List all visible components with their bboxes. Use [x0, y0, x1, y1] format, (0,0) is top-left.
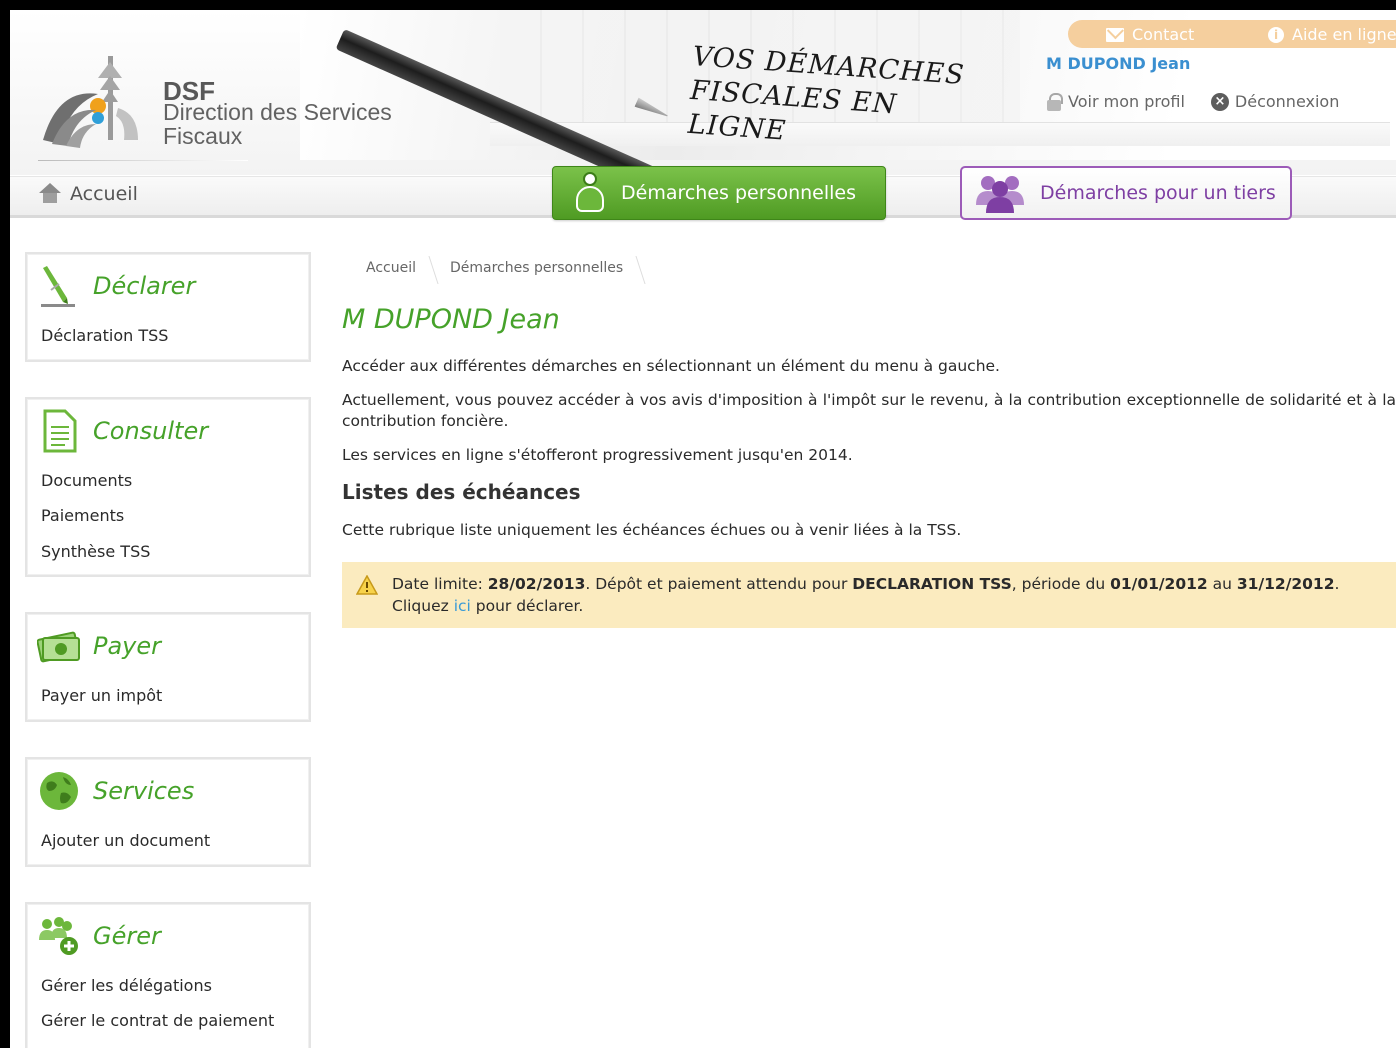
alert-click-prefix: Cliquez — [392, 597, 454, 615]
sidebar-section-services: Services Ajouter un document — [25, 757, 311, 867]
intro-text: Accéder aux différentes démarches en sél… — [342, 357, 1000, 375]
sidebar-item-add-document[interactable]: Ajouter un document — [41, 831, 210, 850]
home-icon — [38, 183, 62, 205]
tab-personal-procedures[interactable]: Démarches personnelles — [552, 166, 886, 220]
logout-label: Déconnexion — [1234, 92, 1340, 111]
globe-icon — [40, 772, 78, 810]
dsf-logo[interactable]: DSF Direction des Services Fiscaux — [38, 48, 398, 168]
document-icon — [43, 409, 77, 453]
logo-name-line-1: Direction des Services — [163, 99, 392, 125]
slogan: VOS DÉMARCHES FISCALES EN LIGNE — [687, 40, 983, 162]
sidebar-item-payment-contract[interactable]: Gérer le contrat de paiement — [41, 1011, 274, 1030]
sidebar-item-delegations[interactable]: Gérer les délégations — [41, 976, 212, 995]
person-icon — [573, 172, 607, 214]
sidebar-section-manage: Gérer Gérer les délégations Gérer le con… — [25, 902, 311, 1048]
breadcrumb-home[interactable]: Accueil — [350, 256, 434, 280]
deadline-alert: Date limite: 28/02/2013. Dépôt et paieme… — [342, 562, 1396, 628]
alert-period-prefix: , période du — [1011, 575, 1111, 593]
lock-icon — [1046, 92, 1063, 111]
page-title: M DUPOND Jean — [342, 304, 560, 335]
sidebar-section-consult: Consulter Documents Paiements Synthèse T… — [25, 397, 311, 577]
progress-note: Les services en ligne s'étofferont progr… — [342, 446, 853, 464]
sidebar-title-pay: Payer — [93, 632, 162, 660]
alert-middle: . Dépôt et paiement attendu pour — [585, 575, 853, 593]
sidebar-title-manage: Gérer — [93, 922, 161, 950]
profile-link[interactable]: Voir mon profil — [1046, 92, 1185, 111]
pencil-icon — [41, 266, 75, 307]
profile-label: Voir mon profil — [1068, 92, 1185, 111]
contact-label: Contact — [1132, 25, 1195, 44]
dsf-emblem-icon — [43, 56, 138, 148]
sidebar-title-services: Services — [93, 777, 195, 805]
group-icon — [976, 176, 1024, 213]
tab-third-party-label: Démarches pour un tiers — [1040, 182, 1276, 204]
info-icon: i — [1268, 26, 1284, 43]
alert-deadline-date: 28/02/2013 — [487, 575, 586, 593]
close-icon: × — [1210, 92, 1229, 111]
declare-here-link[interactable]: ici — [454, 597, 471, 615]
money-icon — [37, 631, 80, 663]
tab-third-party-procedures[interactable]: Démarches pour un tiers — [960, 166, 1292, 220]
logo-underline — [38, 160, 248, 161]
info-text: Actuellement, vous pouvez accéder à vos … — [342, 391, 1396, 430]
alert-click-suffix: pour déclarer. — [470, 597, 584, 615]
alert-declaration: DECLARATION TSS — [852, 575, 1012, 593]
top-links-bar: Contact i Aide en ligne — [1068, 20, 1396, 48]
logout-link[interactable]: × Déconnexion — [1210, 92, 1340, 111]
users-add-icon — [39, 917, 78, 955]
sidebar-item-pay-tax[interactable]: Payer un impôt — [41, 686, 162, 705]
help-link[interactable]: i Aide en ligne — [1268, 25, 1396, 44]
alert-period-suffix: . — [1334, 575, 1340, 593]
header: VOS DÉMARCHES FISCALES EN LIGNE DSF Dire… — [10, 10, 1396, 192]
sidebar-title-consult: Consulter — [93, 417, 209, 445]
tab-personal-label: Démarches personnelles — [621, 182, 856, 204]
breadcrumb: Accueil Démarches personnelles — [350, 256, 641, 280]
logo-name: Direction des Services Fiscaux — [163, 100, 423, 148]
sidebar-item-tss-declaration[interactable]: Déclaration TSS — [41, 326, 168, 345]
help-label: Aide en ligne — [1292, 25, 1396, 44]
page-frame: VOS DÉMARCHES FISCALES EN LIGNE DSF Dire… — [0, 0, 1396, 1048]
breadcrumb-current[interactable]: Démarches personnelles — [434, 256, 641, 280]
user-links: Voir mon profil × Déconnexion — [1046, 92, 1339, 111]
contact-link[interactable]: Contact — [1106, 25, 1194, 44]
section-description: Cette rubrique liste uniquement les éché… — [342, 521, 962, 539]
user-name: M DUPOND Jean — [1046, 54, 1191, 73]
alert-line-2: Cliquez ici pour déclarer. — [392, 595, 1339, 617]
alert-period-end: 31/12/2012 — [1236, 575, 1335, 593]
alert-line-1: Date limite: 28/02/2013. Dépôt et paieme… — [392, 573, 1339, 595]
home-link[interactable]: Accueil — [38, 183, 138, 205]
alert-period-start: 01/01/2012 — [1110, 575, 1208, 593]
sidebar-item-documents[interactable]: Documents — [41, 471, 132, 490]
alert-period-mid: au — [1207, 575, 1237, 593]
mail-icon — [1106, 27, 1124, 42]
warning-icon — [356, 575, 378, 595]
sidebar-item-tss-summary[interactable]: Synthèse TSS — [41, 542, 150, 561]
sidebar-title-declare: Déclarer — [93, 272, 196, 300]
logo-name-line-2: Fiscaux — [163, 123, 243, 149]
section-title: Listes des échéances — [342, 480, 581, 504]
sidebar-section-declare: Déclarer Déclaration TSS — [25, 252, 311, 362]
alert-prefix: Date limite: — [392, 575, 488, 593]
home-label: Accueil — [70, 183, 138, 205]
sidebar-item-payments[interactable]: Paiements — [41, 506, 124, 525]
alert-text: Date limite: 28/02/2013. Dépôt et paieme… — [392, 573, 1339, 617]
sidebar-section-pay: Payer Payer un impôt — [25, 612, 311, 722]
